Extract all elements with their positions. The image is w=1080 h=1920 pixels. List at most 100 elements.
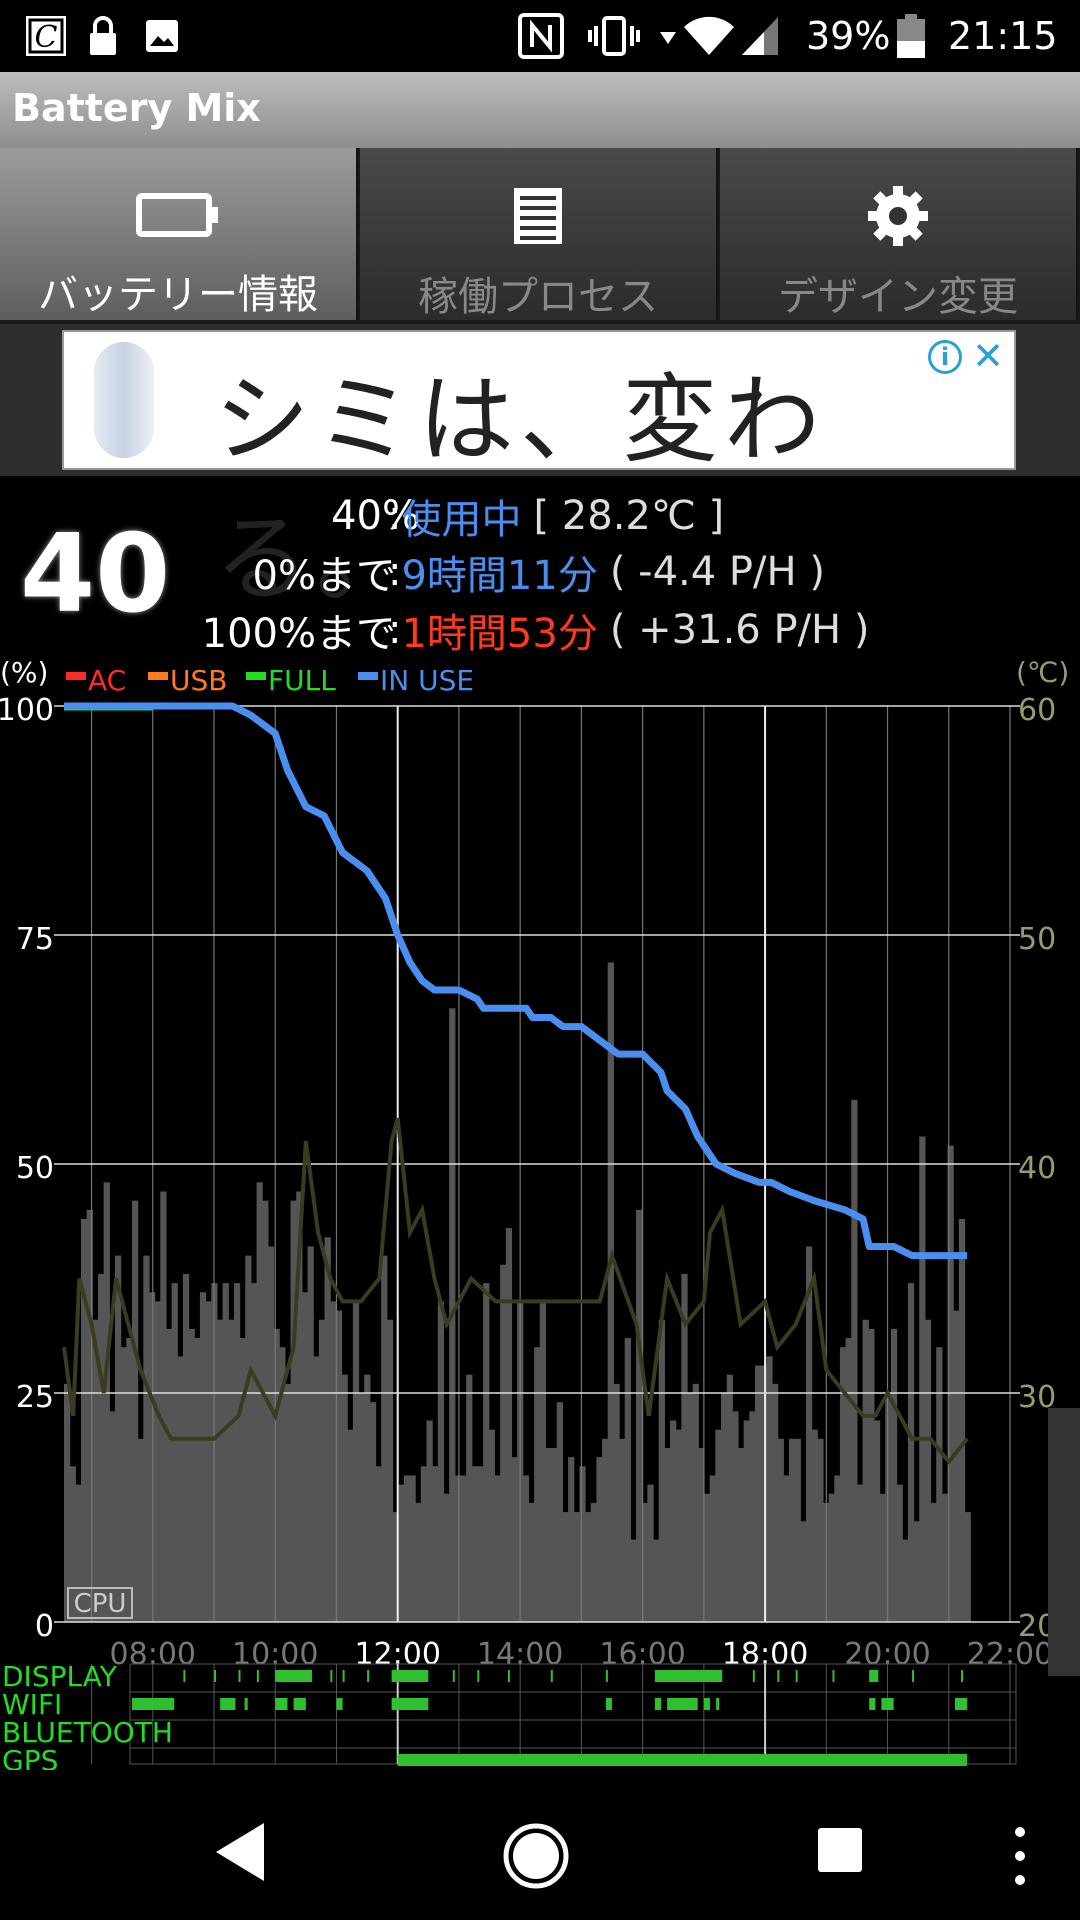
cpu-bar [409, 1475, 416, 1622]
tab-label: デザイン変更 [778, 274, 1018, 320]
recents-button[interactable] [816, 1826, 864, 1874]
cpu-bar [126, 1338, 133, 1622]
timeline-segment [452, 1670, 455, 1682]
signal-icon [740, 0, 780, 72]
cpu-bar [290, 1200, 297, 1622]
info-row-full-value: : 1時間53分 ( +31.6 P/H ) [388, 604, 869, 657]
app-title-bar: Battery Mix [0, 72, 1080, 148]
home-button[interactable] [500, 1820, 572, 1892]
timeline-segment [275, 1670, 312, 1682]
cpu-bar [330, 1301, 337, 1622]
timeline-segment [293, 1698, 306, 1710]
cpu-bar [777, 1438, 784, 1622]
y-tick-left: 50 [16, 1151, 54, 1186]
cpu-bar [630, 1539, 637, 1622]
ad-decoration [94, 342, 154, 458]
tab-design[interactable]: デザイン変更 [720, 148, 1078, 320]
cpu-bar [913, 1521, 920, 1622]
legend-swatch [148, 672, 168, 680]
cpu-bar [607, 962, 614, 1622]
cpu-bar [103, 1182, 110, 1622]
timeline-segment [550, 1670, 553, 1682]
battery-temperature: [ 28.2℃ ] [533, 493, 725, 539]
cpu-bar [754, 1365, 762, 1622]
info-row-full: 100%まで [0, 604, 396, 657]
timeline-segment [367, 1670, 370, 1682]
battery-icon [136, 186, 220, 244]
more-options-button[interactable] [1008, 1824, 1032, 1888]
battery-history-chart: 10075502506050403020(%) (℃)08:00 10:00 12:0… [0, 660, 1080, 1770]
battery-percent: 39% [806, 14, 891, 58]
cpu-bar [352, 1301, 360, 1622]
cpu-bar [273, 1328, 280, 1622]
cpu-bar [216, 1319, 224, 1622]
cpu-bar [704, 1493, 711, 1622]
cpu-bar [732, 1411, 739, 1622]
cpu-bars [64, 962, 971, 1622]
cpu-bar [432, 1466, 439, 1622]
timeline-segment [238, 1670, 241, 1682]
tab-label: バッテリー情報 [38, 272, 318, 318]
cpu-bar [562, 1512, 569, 1622]
to-full-label: 100%まで [201, 611, 396, 657]
app-title: Battery Mix [12, 86, 261, 130]
status-bar: C 39% 21:15 [0, 0, 1080, 72]
timeline-segment [330, 1670, 333, 1682]
separator: : [388, 549, 402, 595]
timeline-frame [129, 1663, 1017, 1765]
timeline-segment [954, 1698, 968, 1710]
cpu-bar [177, 1356, 184, 1622]
cpu-bar [97, 1273, 105, 1622]
info-row-current-value: : 使用中 [ 28.2℃ ] [388, 490, 725, 543]
legend-swatch [66, 672, 86, 680]
y-tick-right: 60 [1018, 693, 1056, 728]
timeline-segment [881, 1698, 894, 1710]
back-button[interactable] [210, 1820, 270, 1884]
cpu-bar [471, 1466, 479, 1622]
info-row-empty: 0%まで [0, 546, 396, 599]
cpu-bar [324, 1237, 331, 1622]
data-arrow-icon [660, 0, 676, 72]
cpu-bar [477, 1466, 484, 1622]
timeline-segment [832, 1670, 835, 1682]
cpu-bar [171, 1283, 178, 1622]
timeline-segment [667, 1698, 698, 1710]
cpu-bar [284, 1383, 292, 1622]
cpu-bar [80, 1218, 88, 1622]
cpu-bar [715, 1429, 722, 1622]
cpu-bar [794, 1438, 801, 1622]
cpu-bar [386, 1319, 394, 1622]
cpu-bar [579, 1466, 586, 1622]
cpu-bar [188, 1328, 195, 1622]
ad-close-icon[interactable]: ✕ [972, 334, 1004, 378]
cpu-bar [851, 1099, 858, 1622]
cpu-bar [245, 1255, 252, 1622]
cpu-bar [687, 1393, 694, 1622]
y-tick-left: 25 [16, 1380, 54, 1415]
tab-battery-info[interactable]: バッテリー情報 [0, 148, 358, 320]
scrollbar[interactable] [1048, 1408, 1080, 1676]
cpu-bar [307, 1246, 314, 1622]
left-axis-unit: (%) [0, 660, 48, 689]
timeline-segment [244, 1698, 248, 1710]
legend-label: IN USE [380, 664, 474, 697]
timeline-segment [256, 1670, 259, 1682]
cpu-bar [165, 1328, 173, 1622]
ad-banner[interactable]: シミは、変わる。 i ✕ [62, 330, 1016, 615]
cpu-bar [670, 1420, 677, 1622]
cpu-bar [896, 1484, 903, 1622]
cpu-bar [488, 1429, 496, 1622]
cpu-bar [862, 1319, 869, 1622]
cpu-bar [624, 1338, 631, 1622]
cpu-bar [619, 1438, 626, 1622]
y-tick-right: 40 [1018, 1151, 1056, 1186]
cpu-bar [845, 1338, 852, 1622]
cpu-bar [936, 1347, 943, 1622]
ad-info-icon[interactable]: i [928, 340, 962, 374]
cpu-bar [301, 1292, 309, 1622]
timeline-segment [132, 1698, 175, 1710]
cpu-bar [466, 1374, 473, 1622]
cpu-bar [154, 1301, 161, 1622]
tab-processes[interactable]: 稼働プロセス [360, 148, 718, 320]
cpu-bar [749, 1411, 756, 1622]
